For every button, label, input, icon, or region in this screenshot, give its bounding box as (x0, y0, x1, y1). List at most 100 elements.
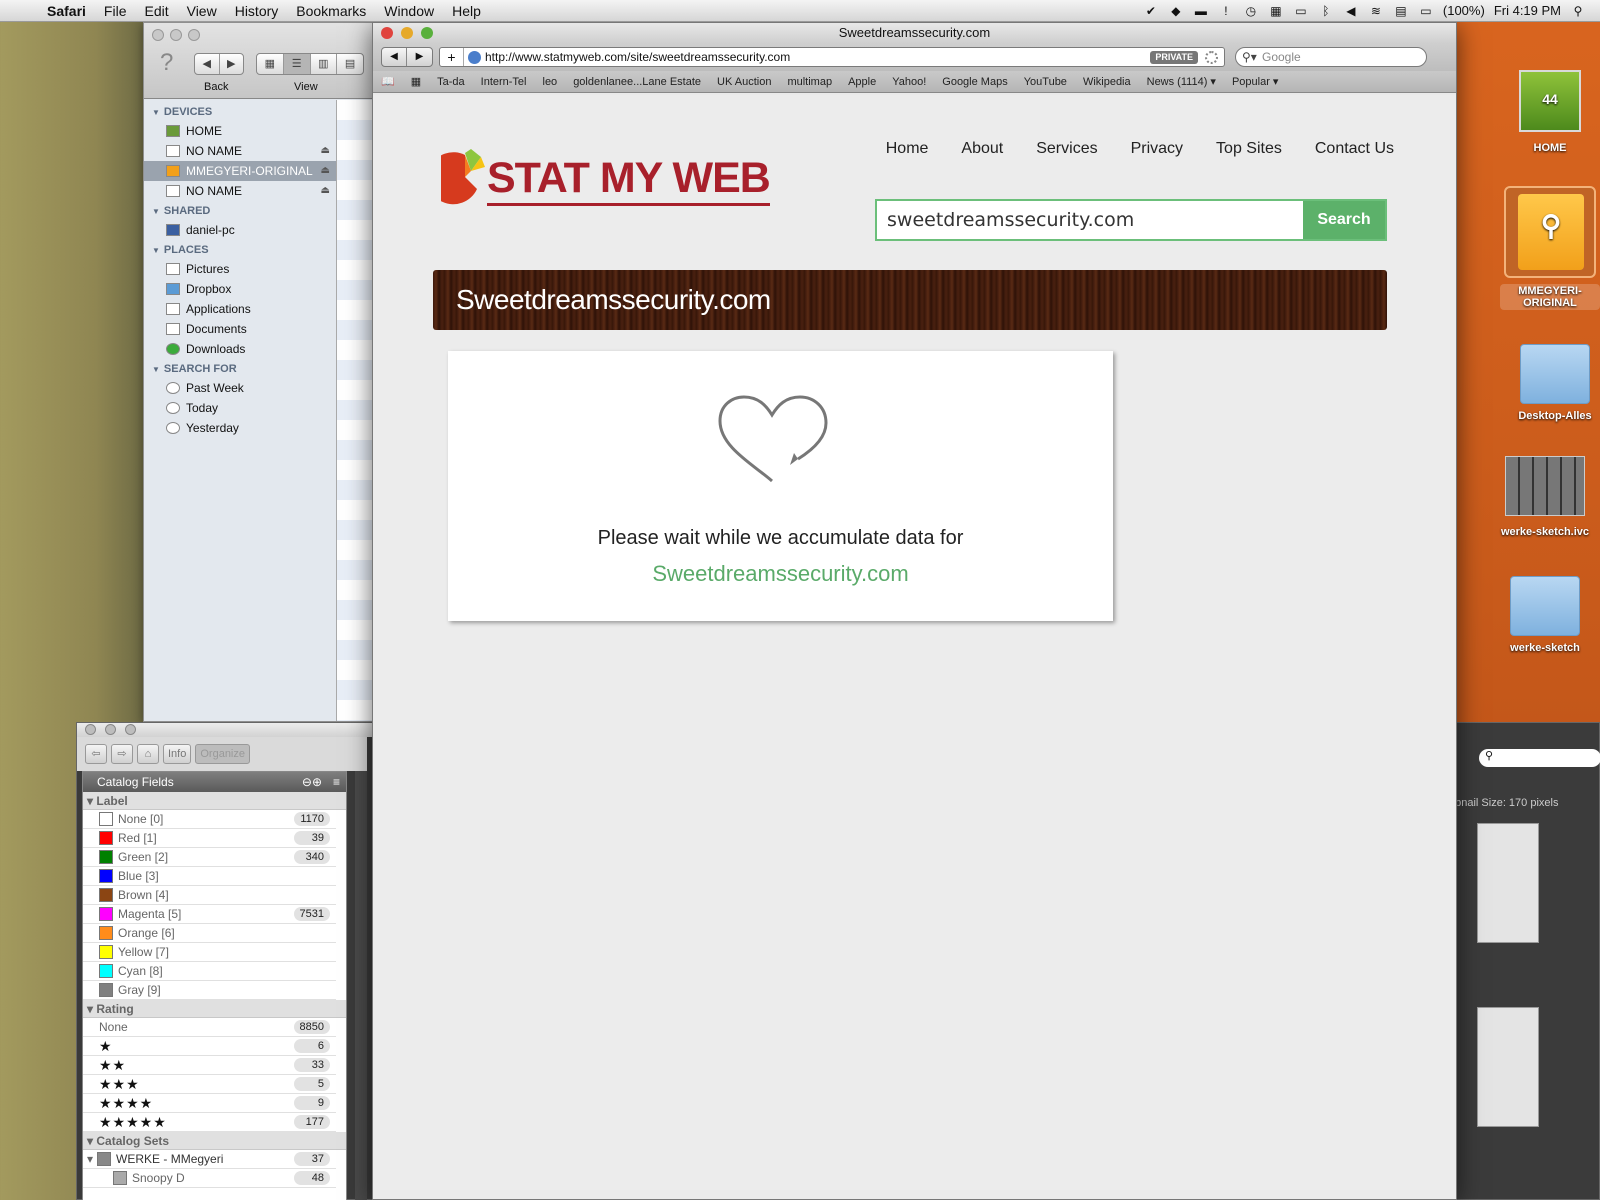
nav-privacy[interactable]: Privacy (1131, 140, 1183, 158)
menu-file[interactable]: File (95, 3, 136, 19)
add-bookmark-icon[interactable]: + (440, 48, 464, 66)
coverflow-view-icon[interactable]: ▤ (337, 54, 363, 74)
bookmark-item[interactable]: YouTube (1024, 76, 1067, 88)
menu-view[interactable]: View (178, 3, 226, 19)
bookmark-folder[interactable]: News (1114) ▾ (1147, 75, 1216, 88)
label-row[interactable]: Brown [4] (83, 886, 336, 905)
desktop-icon-werke-sketch[interactable]: werke-sketch (1495, 576, 1595, 654)
catalog-set-row[interactable]: Snoopy D 48 (83, 1169, 336, 1188)
bookmark-item[interactable]: Intern-Tel (481, 76, 527, 88)
rating-row[interactable]: ★★★ 5 (83, 1075, 336, 1094)
back-forward-control[interactable]: ◀ ▶ (194, 53, 244, 75)
label-row[interactable]: Green [2] 340 (83, 848, 336, 867)
eject-icon[interactable]: ⏏ (321, 161, 330, 181)
collapse-icon[interactable]: ⊖⊕ (302, 772, 322, 792)
back-arrow-icon[interactable]: ◀ (195, 54, 220, 74)
bookmark-folder[interactable]: Popular ▾ (1232, 75, 1279, 88)
volume-icon[interactable]: ◀ (1343, 4, 1359, 18)
label-row[interactable]: Red [1] 39 (83, 829, 336, 848)
bookmark-item[interactable]: Ta-da (437, 76, 465, 88)
spotlight-icon[interactable]: ⚲ (1570, 4, 1586, 18)
menu-bookmarks[interactable]: Bookmarks (287, 3, 375, 19)
bookmark-item[interactable]: goldenlanee...Lane Estate (573, 76, 701, 88)
input-menu-icon[interactable]: ▤ (1393, 4, 1409, 18)
finder-file-list[interactable] (336, 100, 374, 721)
back-arrow-icon[interactable]: ⇦ (85, 744, 107, 764)
site-logo[interactable]: STAT MY WEB (427, 149, 771, 211)
icon-view-icon[interactable]: ▦ (257, 54, 284, 74)
bookmark-item[interactable]: leo (543, 76, 558, 88)
desktop-icon-home[interactable]: 44 HOME (1500, 70, 1600, 154)
forward-arrow-icon[interactable]: ⇨ (111, 744, 133, 764)
display-icon[interactable]: ▭ (1293, 4, 1309, 18)
label-row[interactable]: Cyan [8] (83, 962, 336, 981)
view-mode-control[interactable]: ▦ ☰ ▥ ▤ (256, 53, 364, 75)
sidebar-item-no-name[interactable]: NO NAME ⏏ (144, 141, 336, 161)
app-menu[interactable]: Safari (38, 3, 95, 19)
label-row[interactable]: Blue [3] (83, 867, 336, 886)
info-tab[interactable]: Info (163, 744, 192, 764)
top-sites-icon[interactable]: ▦ (411, 75, 421, 88)
nav-about[interactable]: About (961, 140, 1003, 158)
label-row[interactable]: Magenta [5] 7531 (83, 905, 336, 924)
reading-list-icon[interactable]: 📖 (381, 75, 395, 88)
history-nav[interactable]: ◀ ▶ (381, 47, 433, 67)
section-shared[interactable]: ▼ SHARED (144, 201, 336, 220)
sidebar-item-downloads[interactable]: Downloads (144, 339, 336, 359)
nav-home[interactable]: Home (886, 140, 929, 158)
bridge-search-input[interactable]: ⚲ (1479, 749, 1600, 767)
eject-icon[interactable]: ⏏ (321, 141, 330, 161)
desktop-icon-desktop-alles[interactable]: Desktop-Alles (1505, 344, 1600, 422)
panel-splitter[interactable] (355, 771, 367, 1200)
zoom-button[interactable] (125, 724, 136, 735)
section-places[interactable]: ▼ PLACES (144, 240, 336, 259)
menu-edit[interactable]: Edit (135, 3, 177, 19)
site-search-input[interactable] (877, 201, 1303, 239)
sidebar-item-dropbox[interactable]: Dropbox (144, 279, 336, 299)
sidebar-item-home[interactable]: HOME (144, 121, 336, 141)
wifi-icon[interactable]: ≋ (1368, 4, 1384, 18)
bookmark-item[interactable]: Apple (848, 76, 876, 88)
dropbox-icon[interactable]: ◆ (1168, 4, 1184, 18)
sidebar-item-no-name-2[interactable]: NO NAME ⏏ (144, 181, 336, 201)
close-button[interactable] (152, 29, 164, 41)
menubar-clock[interactable]: Fri 4:19 PM (1494, 3, 1561, 18)
rating-group-header[interactable]: ▾ Rating (83, 1000, 346, 1018)
menu-help[interactable]: Help (443, 3, 490, 19)
spaces-icon[interactable]: ▦ (1268, 4, 1284, 18)
loading-spinner-icon[interactable] (1205, 51, 1218, 64)
catalog-sets-header[interactable]: ▾ Catalog Sets (83, 1132, 346, 1150)
close-button[interactable] (381, 27, 393, 39)
close-button[interactable] (85, 724, 96, 735)
bookmark-item[interactable]: Yahoo! (892, 76, 926, 88)
minimize-button[interactable] (401, 27, 413, 39)
nav-services[interactable]: Services (1036, 140, 1097, 158)
nav-contact-us[interactable]: Contact Us (1315, 140, 1394, 158)
thumbnail-image[interactable] (1477, 823, 1539, 943)
wait-domain[interactable]: Sweetdreamssecurity.com (448, 561, 1113, 587)
rating-row[interactable]: ★ 6 (83, 1037, 336, 1056)
sidebar-item-documents[interactable]: Documents (144, 319, 336, 339)
rating-row[interactable]: ★★★★★ 177 (83, 1113, 336, 1132)
sidebar-item-past-week[interactable]: Past Week (144, 378, 336, 398)
rating-row[interactable]: ★★★★ 9 (83, 1094, 336, 1113)
label-row[interactable]: Yellow [7] (83, 943, 336, 962)
label-row[interactable]: Orange [6] (83, 924, 336, 943)
back-arrow-icon[interactable]: ◀ (382, 48, 407, 66)
url-text[interactable]: http://www.statmyweb.com/site/sweetdream… (485, 50, 790, 64)
site-search-button[interactable]: Search (1303, 201, 1385, 239)
sidebar-item-yesterday[interactable]: Yesterday (144, 418, 336, 438)
sidebar-item-applications[interactable]: Applications (144, 299, 336, 319)
home-icon[interactable]: ⌂ (137, 744, 159, 764)
nav-top-sites[interactable]: Top Sites (1216, 140, 1282, 158)
section-devices[interactable]: ▼ DEVICES (144, 102, 336, 121)
bookmark-item[interactable]: Google Maps (942, 76, 1007, 88)
minimize-button[interactable] (170, 29, 182, 41)
rating-row[interactable]: None 8850 (83, 1018, 336, 1037)
zoom-button[interactable] (421, 27, 433, 39)
column-view-icon[interactable]: ▥ (311, 54, 338, 74)
forward-arrow-icon[interactable]: ▶ (220, 54, 244, 74)
label-row[interactable]: None [0] 1170 (83, 810, 336, 829)
label-group-header[interactable]: ▾ Label (83, 792, 346, 810)
bookmark-item[interactable]: Wikipedia (1083, 76, 1131, 88)
